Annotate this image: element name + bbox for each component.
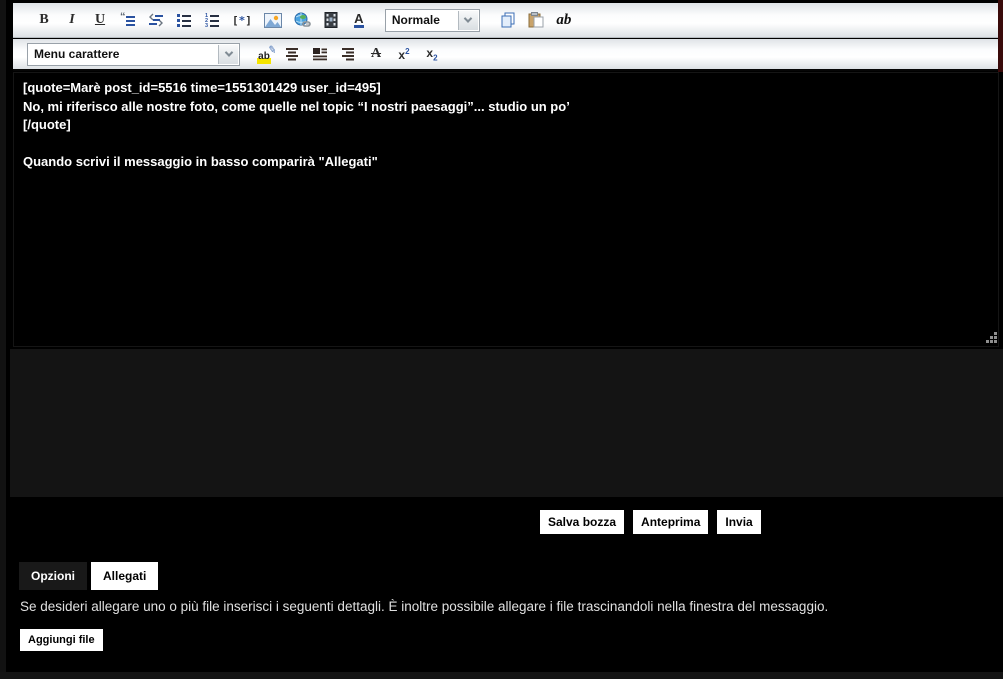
align-center-button[interactable] [282,41,302,67]
insert-link-button[interactable] [292,7,313,33]
svg-text:“: “ [120,12,126,23]
tab-allegati[interactable]: Allegati [91,562,158,590]
align-right-icon [340,47,356,61]
strikethrough-label: A [371,46,381,62]
bulleted-list-icon [176,12,192,28]
editor-lower-panel [10,349,1003,497]
superscript-label: x2 [398,47,409,62]
underline-label: U [95,12,105,28]
align-justify-button[interactable] [310,41,330,67]
paste-button[interactable] [526,7,546,33]
image-icon [264,13,282,28]
numbered-list-icon: 1 2 3 [204,12,220,28]
align-center-icon [284,47,300,61]
highlight-button[interactable]: ab ✎ [254,41,274,67]
format-select-value: Normale [392,13,440,27]
toolbar-right-stripe [998,0,1003,72]
font-menu-select-value: Menu carattere [34,47,119,61]
add-file-button[interactable]: Aggiungi file [20,629,103,651]
insert-image-button[interactable] [262,7,284,33]
font-color-button[interactable]: A [349,7,369,33]
paste-icon [528,12,544,28]
code-icon [148,12,164,28]
bold-button[interactable]: B [34,7,54,33]
lower-tabs: Opzioni Allegati [19,562,158,590]
post-editor-page: B I U “ [0,0,1003,679]
subscript-label: x2 [426,46,437,62]
chevron-down-icon [458,11,478,30]
list-item-label: [*] [232,14,252,27]
strikethrough-button[interactable]: A [366,41,386,67]
tab-opzioni[interactable]: Opzioni [19,562,87,590]
numbered-list-button[interactable]: 1 2 3 [202,7,222,33]
chevron-down-icon [218,45,238,64]
copy-button[interactable] [498,7,518,33]
font-color-icon: A [354,12,363,28]
align-justify-icon [312,47,328,61]
resize-grip-icon[interactable] [985,331,998,344]
quote-button[interactable]: “ [118,7,138,33]
insert-video-button[interactable] [321,7,341,33]
left-edge-strip [0,0,6,679]
action-buttons: Salva bozza Anteprima Invia [540,510,761,534]
toolbar-row-1: B I U “ [13,3,998,38]
plain-text-button[interactable]: ab [554,7,574,33]
video-icon [324,12,338,28]
font-menu-select[interactable]: Menu carattere [27,43,240,66]
highlight-icon: ab ✎ [257,47,271,62]
bold-label: B [39,12,48,28]
plain-text-label: ab [556,12,571,29]
bottom-panel-edge [0,672,1003,679]
bulleted-list-button[interactable] [174,7,194,33]
italic-label: I [69,12,74,28]
toolbar-row-2: Menu carattere ab ✎ [13,39,998,71]
format-select[interactable]: Normale [385,9,480,32]
copy-icon [500,12,516,28]
subscript-button[interactable]: x2 [422,41,442,67]
submit-button[interactable]: Invia [717,510,760,534]
superscript-button[interactable]: x2 [394,41,414,67]
add-file-wrap: Aggiungi file [20,629,103,651]
save-draft-button[interactable]: Salva bozza [540,510,624,534]
preview-button[interactable]: Anteprima [633,510,708,534]
code-button[interactable] [146,7,166,33]
underline-button[interactable]: U [90,7,110,33]
list-item-button[interactable]: [*] [230,7,254,33]
attachments-description: Se desideri allegare uno o più file inse… [20,599,980,614]
align-right-button[interactable] [338,41,358,67]
quote-icon: “ [120,12,136,28]
link-icon [294,12,311,28]
message-editor[interactable]: [quote=Marè post_id=5516 time=1551301429… [13,72,999,347]
italic-button[interactable]: I [62,7,82,33]
svg-text:3: 3 [205,23,208,28]
